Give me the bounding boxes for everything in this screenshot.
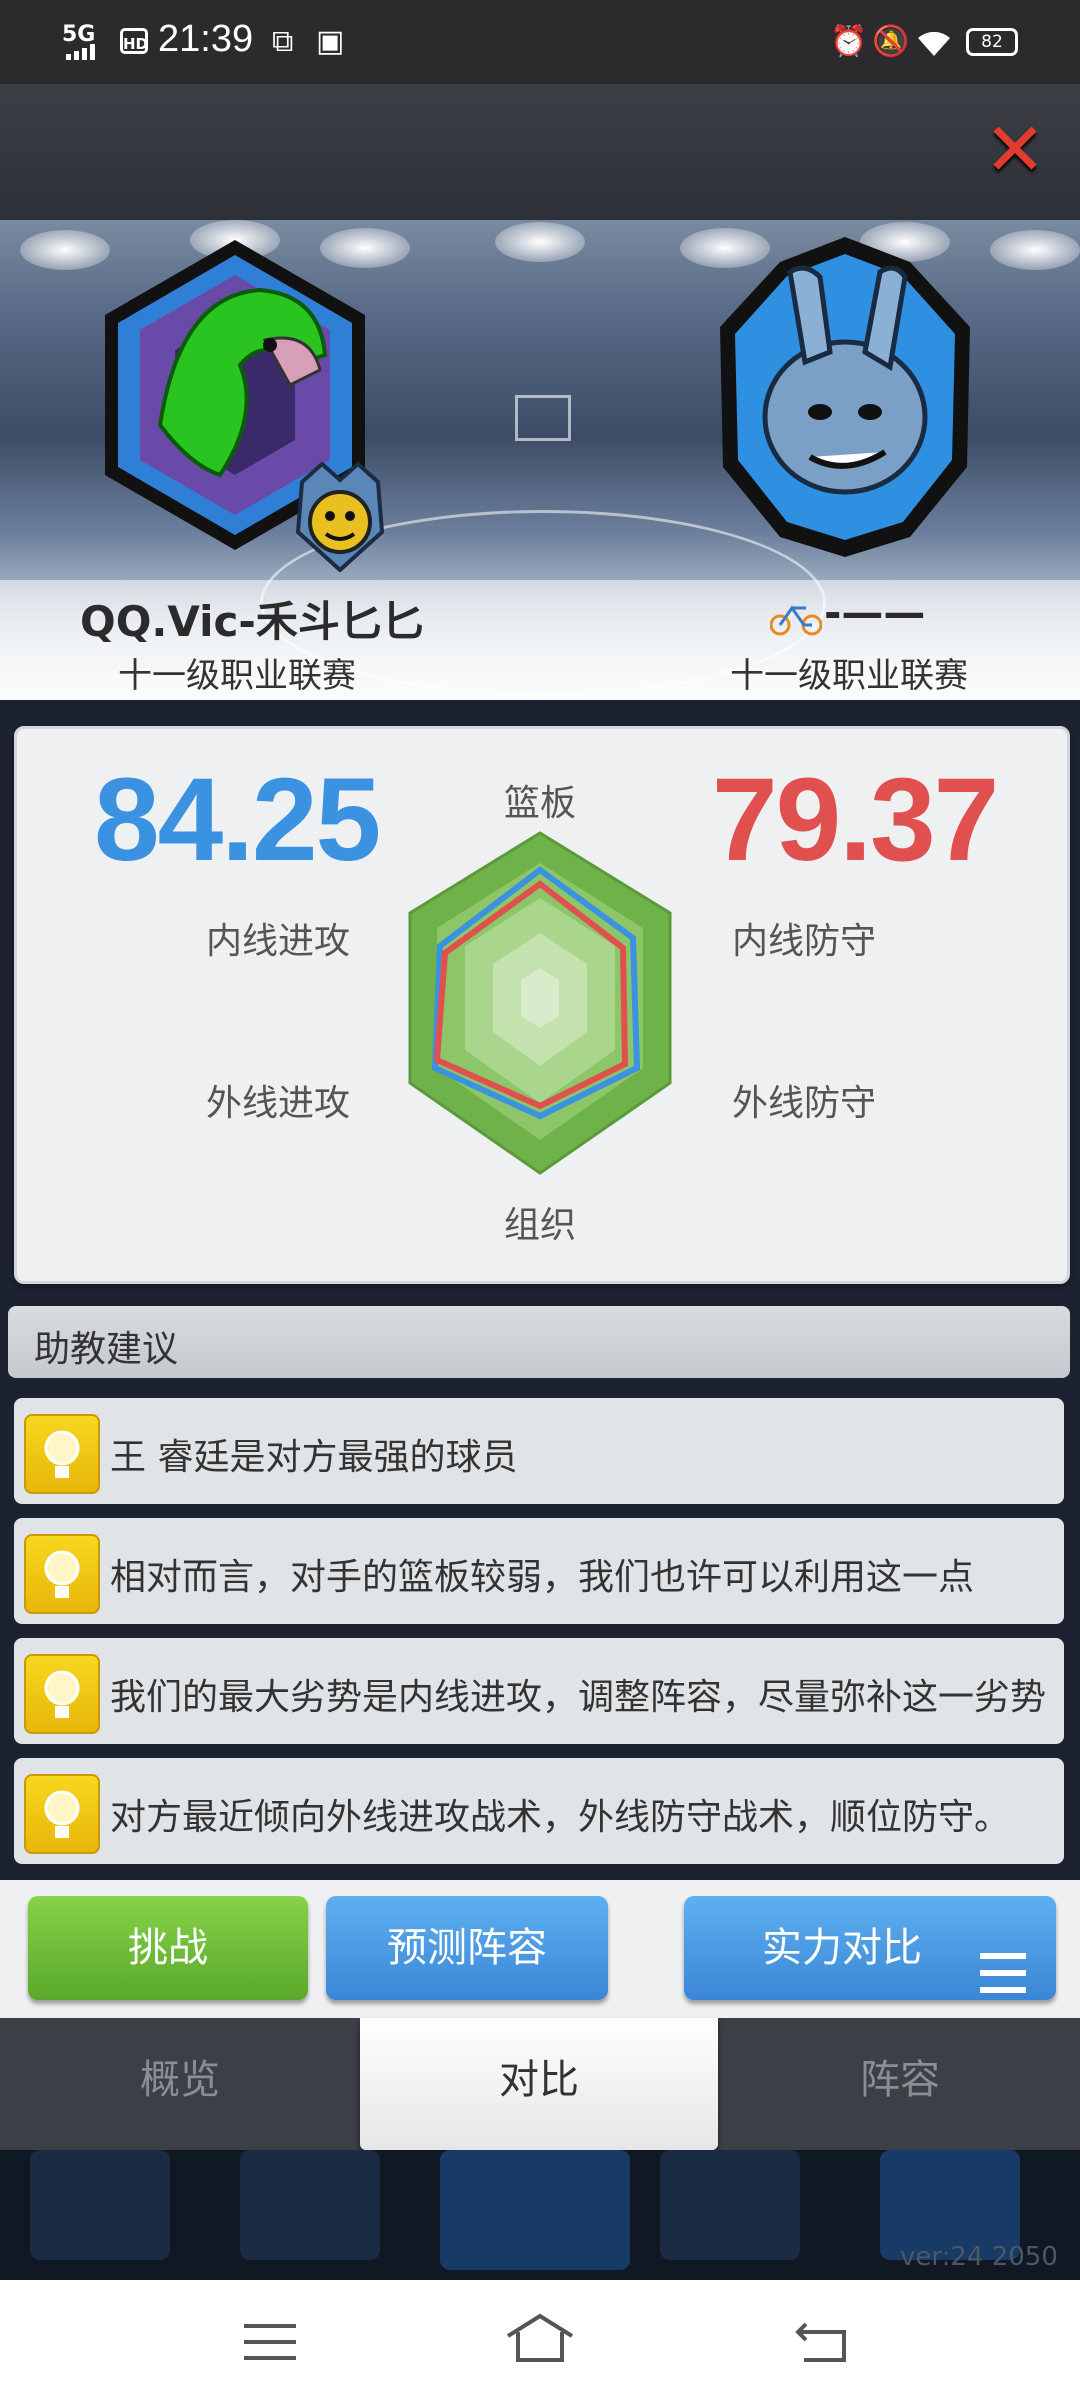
advice-text: 对方最近倾向外线进攻战术，外线防守战术，顺位防守。 [110, 1797, 1011, 1838]
wifi-icon [914, 26, 954, 62]
tab-overview[interactable]: 概览 [0, 2018, 360, 2150]
axis-label-upper-left: 内线进攻 [206, 921, 351, 962]
advice-item: 相对而言，对手的篮板较弱，我们也许可以利用这一点 [14, 1518, 1064, 1624]
away-score: 79.37 [712, 754, 999, 886]
mute-bell-icon: 🔕 [872, 24, 910, 59]
advice-item: 我们的最大劣势是内线进攻，调整阵容，尽量弥补这一劣势 [14, 1638, 1064, 1744]
status-bar: 5G HD 21:39 ⧉ ▣ ⏰ 🔕 82 [0, 0, 1080, 84]
tab-lineup[interactable]: 阵容 [720, 2018, 1080, 2150]
background-menu: ver:24 2050 [0, 2150, 1080, 2280]
strength-compare-button[interactable]: 实力对比 [684, 1896, 1056, 2000]
lightbulb-icon [24, 1654, 100, 1734]
away-team-logo [705, 232, 985, 566]
axis-label-lower-left: 外线进攻 [206, 1083, 351, 1124]
lightbulb-icon [24, 1414, 100, 1494]
tab-compare[interactable]: 对比 [360, 2018, 718, 2150]
advice-text: 我们的最大劣势是内线进攻，调整阵容，尽量弥补这一劣势 [110, 1677, 1047, 1718]
advice-header: 助教建议 [8, 1306, 1070, 1378]
close-icon[interactable]: ✕ [980, 113, 1050, 187]
bicycle-icon [769, 600, 823, 640]
rank-badge-icon [292, 461, 388, 576]
battery-indicator: 82 [966, 28, 1018, 56]
system-nav-bar [0, 2280, 1080, 2408]
advice-title: 助教建议 [34, 1329, 179, 1370]
axis-label-lower-right: 外线防守 [732, 1083, 877, 1124]
axis-label-top: 篮板 [504, 783, 577, 824]
away-team-league: 十一级职业联赛 [730, 656, 968, 696]
predict-lineup-button[interactable]: 预测阵容 [326, 1896, 608, 2000]
advice-text: 相对而言，对手的篮板较弱，我们也许可以利用这一点 [110, 1557, 975, 1598]
home-score: 84.25 [94, 754, 381, 886]
away-team-name: -—— [824, 588, 926, 637]
lightbulb-icon [24, 1534, 100, 1614]
home-icon[interactable] [504, 2312, 576, 2368]
home-team-name: QQ.Vic-禾斗匕匕 [80, 597, 424, 646]
dialog-header [0, 84, 1080, 220]
clipboard-icon: ▣ [316, 24, 345, 59]
advice-item: 对方最近倾向外线进攻战术，外线防守战术，顺位防守。 [14, 1758, 1064, 1864]
home-team-league: 十一级职业联赛 [118, 656, 356, 696]
signal-bars-icon [66, 44, 114, 64]
radar-chart [405, 828, 675, 1182]
axis-label-bottom: 组织 [504, 1205, 577, 1246]
advice-text: 王 睿廷是对方最强的球员 [110, 1437, 518, 1478]
hd-badge: HD [120, 28, 148, 54]
clock: 21:39 [158, 18, 254, 60]
alarm-icon: ⏰ [830, 24, 868, 59]
menu-icon [980, 1928, 1026, 2032]
version-label: ver:24 2050 [900, 2242, 1058, 2272]
back-icon[interactable] [794, 2318, 850, 2368]
challenge-button[interactable]: 挑战 [28, 1896, 308, 2000]
advice-item: 王 睿廷是对方最强的球员 [14, 1398, 1064, 1504]
screenshot-icon: ⧉ [272, 24, 294, 59]
lightbulb-icon [24, 1774, 100, 1854]
recent-apps-icon[interactable] [244, 2322, 296, 2366]
axis-label-upper-right: 内线防守 [732, 921, 877, 962]
strength-compare-label: 实力对比 [762, 1925, 922, 1971]
